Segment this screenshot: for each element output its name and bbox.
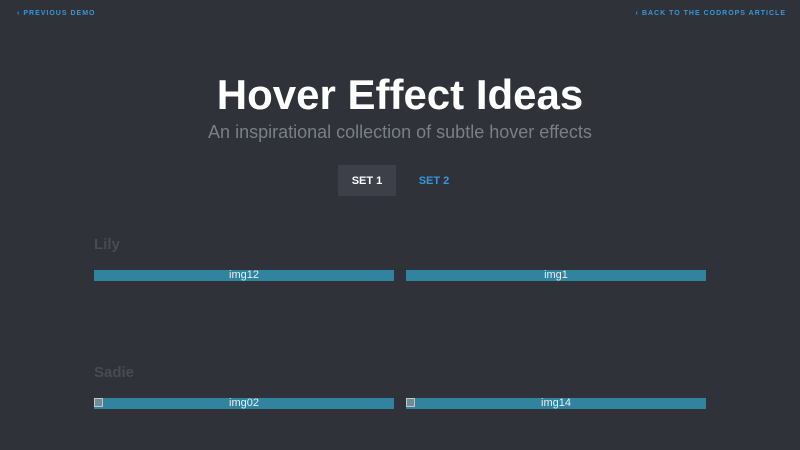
page-title: Hover Effect Ideas: [216, 71, 584, 118]
grid-item-img1[interactable]: img1: [406, 270, 706, 281]
grid-item-img12[interactable]: img12: [94, 270, 394, 281]
grid-item-img02[interactable]: img02: [94, 398, 394, 409]
set-1-button[interactable]: SET 1: [338, 165, 396, 196]
back-to-article-link[interactable]: ‹ Back to the Codrops Article: [636, 10, 786, 17]
image-alt-text: img02: [229, 398, 259, 409]
section-heading-lily: Lily: [94, 236, 120, 253]
previous-demo-link[interactable]: ‹ Previous Demo: [17, 10, 95, 17]
image-alt-text: img12: [229, 270, 259, 281]
page-subtitle: An inspirational collection of subtle ho…: [208, 122, 592, 142]
arrow-left-icon: ‹: [17, 10, 21, 17]
set-navigation: SET 1 SET 2: [338, 165, 472, 196]
image-alt-text: img1: [544, 270, 568, 281]
broken-image-icon: [406, 398, 415, 407]
broken-image-icon: [94, 398, 103, 407]
page: ‹ Previous Demo ‹ Back to the Codrops Ar…: [0, 0, 800, 450]
back-to-article-label: Back to the Codrops Article: [641, 10, 786, 17]
arrow-left-icon: ‹: [635, 10, 639, 17]
set-2-button[interactable]: SET 2: [396, 165, 472, 196]
section-heading-sadie: Sadie: [94, 364, 135, 381]
previous-demo-label: Previous Demo: [23, 10, 96, 17]
grid-item-img14[interactable]: img14: [406, 398, 706, 409]
image-alt-text: img14: [541, 398, 571, 409]
